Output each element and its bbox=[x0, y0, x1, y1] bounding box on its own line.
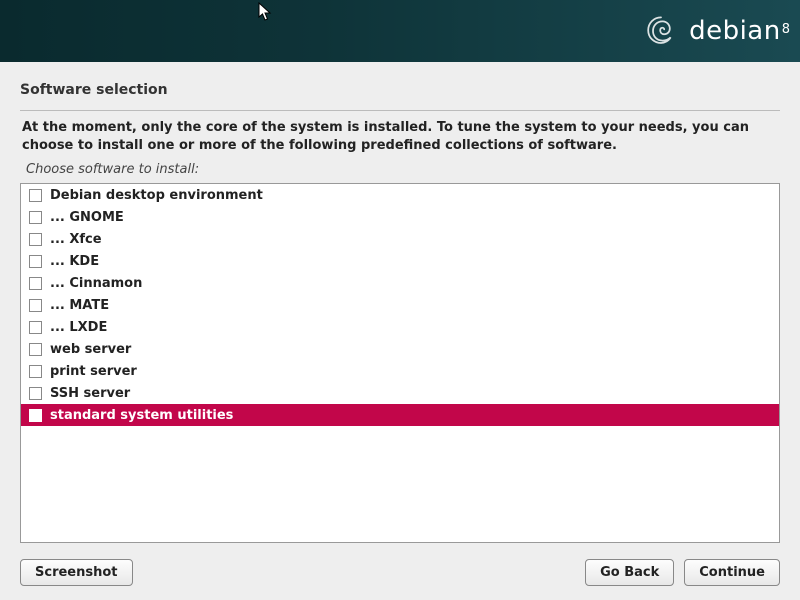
software-item-label: ... KDE bbox=[50, 254, 99, 269]
software-item[interactable]: standard system utilities bbox=[21, 404, 779, 426]
screenshot-button[interactable]: Screenshot bbox=[20, 559, 133, 586]
brand-version: 8 bbox=[782, 22, 790, 37]
software-item[interactable]: ... KDE bbox=[21, 250, 779, 272]
checkbox-icon[interactable] bbox=[29, 409, 42, 422]
software-item[interactable]: ... Cinnamon bbox=[21, 272, 779, 294]
content-area: At the moment, only the core of the syst… bbox=[20, 110, 780, 543]
software-item[interactable]: ... LXDE bbox=[21, 316, 779, 338]
software-item-label: web server bbox=[50, 342, 131, 357]
page-title: Software selection bbox=[0, 62, 800, 110]
software-item-label: print server bbox=[50, 364, 137, 379]
checkbox-icon[interactable] bbox=[29, 387, 42, 400]
checkbox-icon[interactable] bbox=[29, 277, 42, 290]
installer-header: debian8 bbox=[0, 0, 800, 62]
selector-label: Choose software to install: bbox=[20, 158, 780, 183]
checkbox-icon[interactable] bbox=[29, 189, 42, 202]
checkbox-icon[interactable] bbox=[29, 299, 42, 312]
software-item[interactable]: SSH server bbox=[21, 382, 779, 404]
continue-button[interactable]: Continue bbox=[684, 559, 780, 586]
software-item-label: ... Cinnamon bbox=[50, 276, 142, 291]
page-description: At the moment, only the core of the syst… bbox=[20, 110, 780, 158]
software-item[interactable]: Debian desktop environment bbox=[21, 184, 779, 206]
checkbox-icon[interactable] bbox=[29, 211, 42, 224]
software-item[interactable]: web server bbox=[21, 338, 779, 360]
software-item-label: standard system utilities bbox=[50, 408, 233, 423]
software-item-label: ... LXDE bbox=[50, 320, 107, 335]
software-item[interactable]: ... MATE bbox=[21, 294, 779, 316]
checkbox-icon[interactable] bbox=[29, 343, 42, 356]
brand-name: debian bbox=[689, 16, 781, 46]
debian-brand-text: debian8 bbox=[689, 16, 790, 46]
checkbox-icon[interactable] bbox=[29, 365, 42, 378]
software-item[interactable]: ... GNOME bbox=[21, 206, 779, 228]
checkbox-icon[interactable] bbox=[29, 255, 42, 268]
software-item-label: ... MATE bbox=[50, 298, 109, 313]
debian-logo: debian8 bbox=[641, 11, 790, 51]
software-item-label: ... GNOME bbox=[50, 210, 124, 225]
software-item-label: ... Xfce bbox=[50, 232, 102, 247]
debian-swirl-icon bbox=[641, 11, 681, 51]
software-item[interactable]: ... Xfce bbox=[21, 228, 779, 250]
button-bar: Screenshot Go Back Continue bbox=[0, 559, 800, 586]
checkbox-icon[interactable] bbox=[29, 233, 42, 246]
software-item-label: Debian desktop environment bbox=[50, 188, 263, 203]
right-buttons-group: Go Back Continue bbox=[585, 559, 780, 586]
software-list[interactable]: Debian desktop environment ... GNOME ... X… bbox=[20, 183, 780, 543]
software-item[interactable]: print server bbox=[21, 360, 779, 382]
checkbox-icon[interactable] bbox=[29, 321, 42, 334]
go-back-button[interactable]: Go Back bbox=[585, 559, 674, 586]
software-item-label: SSH server bbox=[50, 386, 130, 401]
